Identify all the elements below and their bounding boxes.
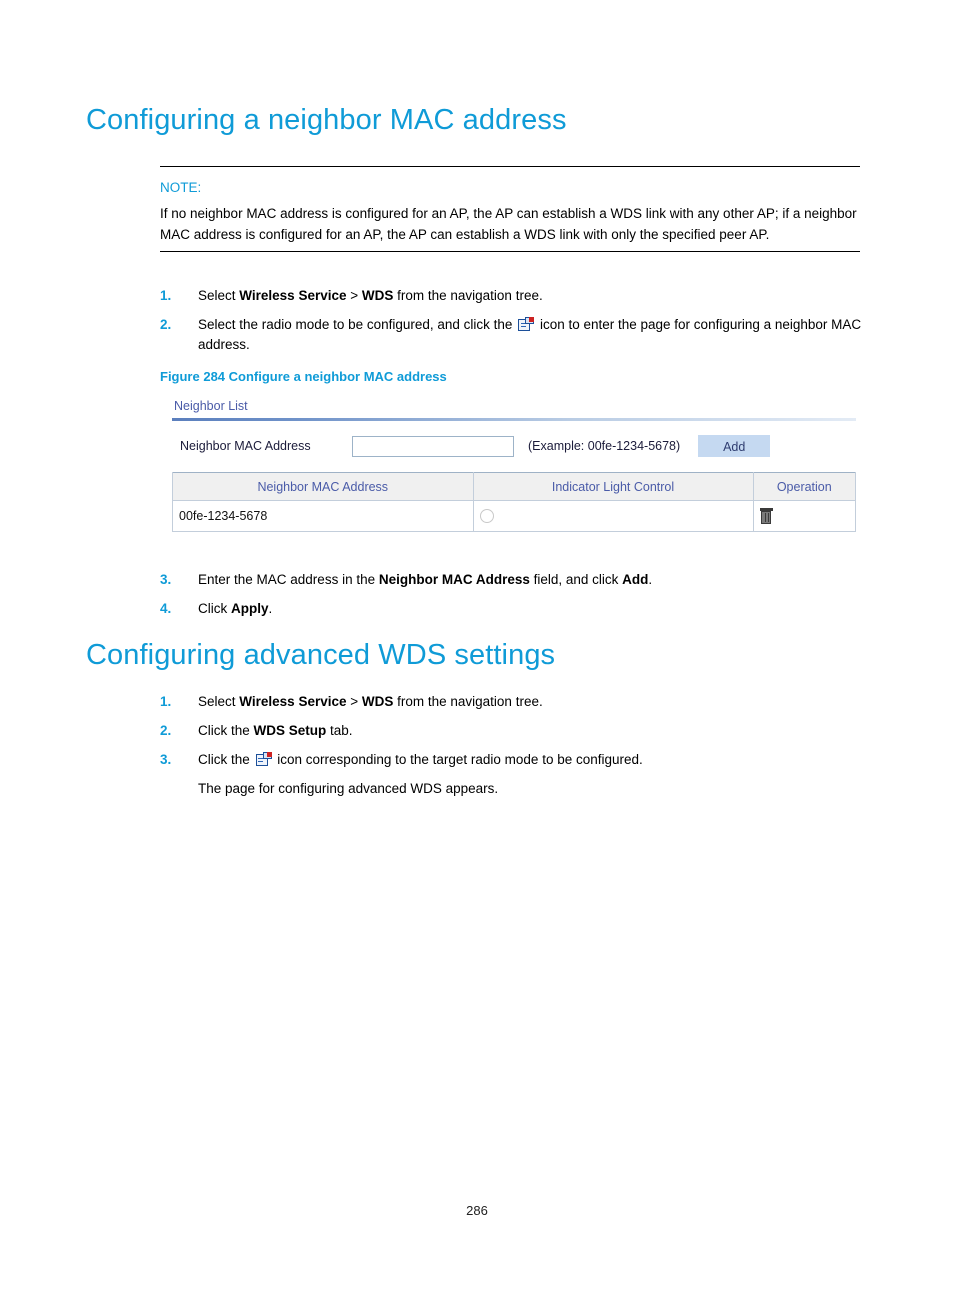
step-text: Enter the MAC address in the Neighbor MA… [198,572,653,587]
figure-neighbor-list-screenshot: Neighbor List Neighbor MAC Address (Exam… [172,398,857,532]
page-title-configuring-neighbor-mac-address: Configuring a neighbor MAC address [86,104,567,136]
panel-title-neighbor-list: Neighbor List [174,399,248,413]
step-emphasis: Add [622,572,649,587]
step-emphasis: Wireless Service [239,694,347,709]
page-number: 286 [466,1203,488,1218]
steps-list-neighbor-mac-after-figure: 3. Enter the MAC address in the Neighbor … [160,570,865,628]
table-row: 00fe-1234-5678 [172,500,857,532]
cell-indicator-light-control [472,500,754,532]
add-button[interactable]: Add [698,435,771,457]
step-text: Click the WDS Setup tab. [198,723,353,738]
step-item: 3. Click the icon corresponding to the ta… [160,750,865,770]
neighbor-mac-address-label: Neighbor MAC Address [180,439,311,453]
neighbor-list-table: Neighbor MAC Address Indicator Light Con… [172,472,857,532]
step-text: Select Wireless Service > WDS from the n… [198,288,543,303]
step-number: 1. [160,288,172,303]
note-body: If no neighbor MAC address is configured… [160,206,857,242]
note-label: NOTE: [160,180,202,195]
figure-caption: Figure 284 Configure a neighbor MAC addr… [160,369,447,384]
cell-operation [752,500,857,532]
step-item: 1. Select Wireless Service > WDS from the… [160,692,865,712]
column-header-neighbor-mac-address: Neighbor MAC Address [172,472,474,501]
step-number: 2. [160,723,172,738]
steps-list-advanced-wds: 1. Select Wireless Service > WDS from the… [160,692,865,808]
neighbor-mac-form-row: Neighbor MAC Address (Example: 00fe-1234… [172,435,856,457]
step-item: 3. Enter the MAC address in the Neighbor … [160,570,865,590]
wds-config-page-icon [518,317,535,332]
indicator-light-radio-icon[interactable] [479,509,494,524]
column-header-operation: Operation [752,472,857,501]
step-emphasis: WDS [361,288,394,303]
step-text: Select Wireless Service > WDS from the n… [198,694,543,709]
step-emphasis: Wireless Service [239,288,347,303]
step-item: 2. Select the radio mode to be configured… [160,315,865,355]
step-item: 4. Click Apply. [160,599,865,619]
step-number: 2. [160,317,172,332]
step-subtext: The page for configuring advanced WDS ap… [198,781,499,796]
mac-example-hint: (Example: 00fe-1234-5678) [528,439,681,453]
step-text: Click the icon corresponding to the targ… [198,752,643,767]
step-number: 3. [160,572,172,587]
neighbor-mac-address-input[interactable] [352,435,514,457]
cell-neighbor-mac-address: 00fe-1234-5678 [172,500,474,532]
wds-config-page-icon [255,752,272,767]
steps-list-neighbor-mac-before-figure: 1. Select Wireless Service > WDS from the… [160,286,865,364]
table-header-row: Neighbor MAC Address Indicator Light Con… [172,472,857,501]
step-emphasis: WDS [361,694,394,709]
step-number: 4. [160,601,172,616]
step-emphasis: Apply [231,601,269,616]
note-bottom-rule [160,251,860,252]
delete-trash-icon[interactable] [759,508,773,524]
panel-title-underline [172,418,856,421]
column-header-indicator-light-control: Indicator Light Control [472,472,754,501]
step-text: Select the radio mode to be configured, … [198,317,862,352]
step-emphasis: WDS Setup [253,723,327,738]
step-number: 3. [160,752,172,767]
page-title-configuring-advanced-wds-settings: Configuring advanced WDS settings [86,639,556,671]
step-item: 2. Click the WDS Setup tab. [160,721,865,741]
note-callout: NOTE: If no neighbor MAC address is conf… [160,166,860,252]
step-item: 1. Select Wireless Service > WDS from the… [160,286,865,306]
step-emphasis: Neighbor MAC Address [378,572,530,587]
step-text: Click Apply. [198,601,273,616]
step-number: 1. [160,694,172,709]
document-page: Configuring a neighbor MAC address NOTE:… [0,0,954,1296]
